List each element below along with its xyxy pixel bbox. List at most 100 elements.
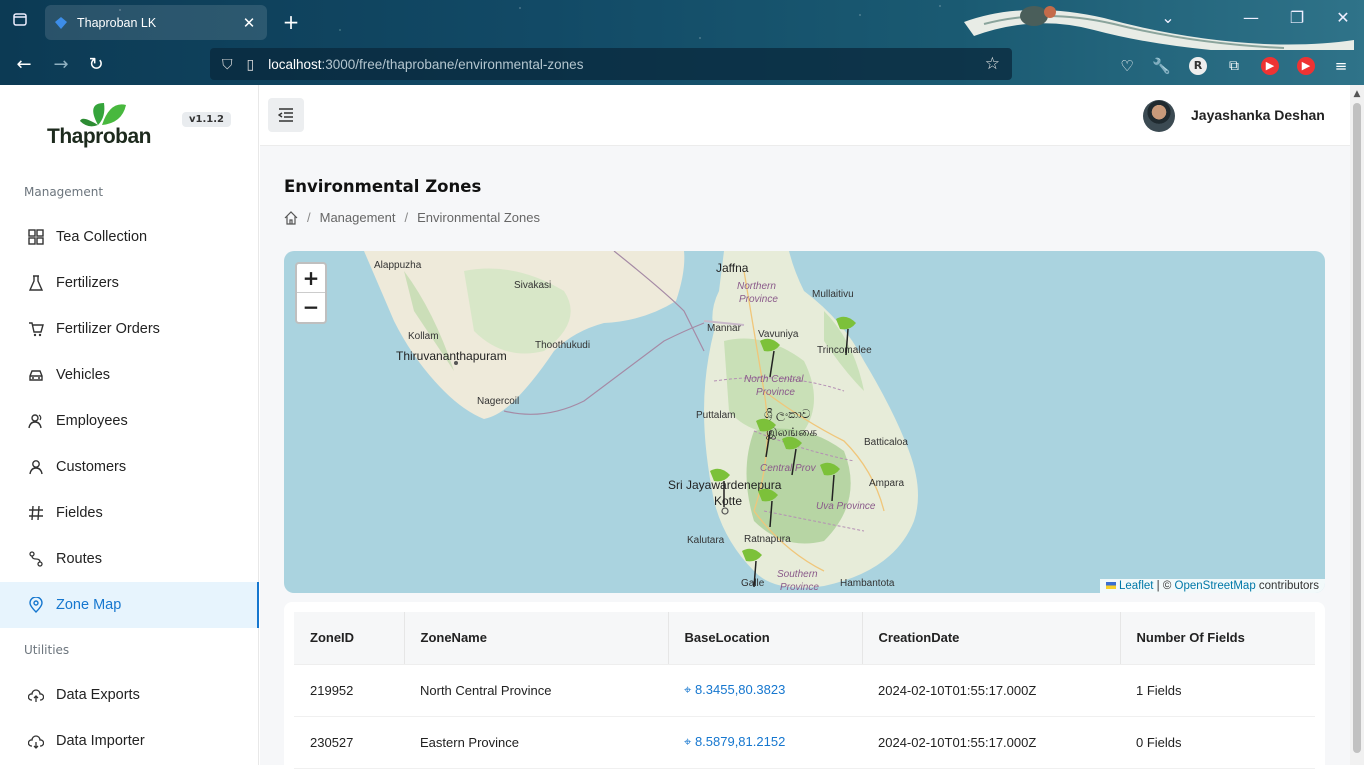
- cell-zone-id: 219952: [294, 664, 404, 717]
- map-tiles: Alappuzha Sivakasi Kollam Thiruvananthap…: [364, 251, 918, 593]
- sidebar-item-label: Employees: [56, 413, 128, 429]
- bookmark-star-icon[interactable]: ☆: [985, 54, 1000, 74]
- restore-icon[interactable]: ❐: [1282, 8, 1312, 27]
- menu-collapse-icon: [278, 108, 293, 122]
- close-window-icon[interactable]: ✕: [1328, 8, 1358, 27]
- grid-icon: [28, 229, 44, 245]
- sidebar-item-routes[interactable]: Routes: [0, 536, 259, 582]
- wrench-icon[interactable]: 🔧: [1152, 57, 1171, 75]
- map-label: Province: [756, 387, 795, 398]
- zone-map[interactable]: Alappuzha Sivakasi Kollam Thiruvananthap…: [284, 251, 1325, 593]
- reload-icon[interactable]: ↻: [84, 53, 108, 77]
- address-bar[interactable]: ⛉ ▯ localhost:3000/free/thaprobane/envir…: [210, 48, 1012, 80]
- map-label: Province: [739, 294, 778, 305]
- main-content: Jayashanka Deshan Environmental Zones / …: [260, 85, 1350, 782]
- zoom-out-button[interactable]: −: [297, 293, 325, 322]
- breadcrumb: / Management / Environmental Zones: [284, 210, 540, 225]
- cell-zone-name: North Central Province: [404, 664, 668, 717]
- chevron-down-icon[interactable]: ⌄: [1153, 8, 1183, 27]
- section-utilities-label: Utilities: [24, 643, 70, 657]
- sidebar-item-employees[interactable]: Employees: [0, 398, 259, 444]
- page-icon[interactable]: ▯: [247, 56, 255, 73]
- sidebar-item-fertilizer-orders[interactable]: Fertilizer Orders: [0, 306, 259, 352]
- table-row: 230527 Eastern Province ⌖ 8.5879,81.2152…: [294, 716, 1315, 769]
- map-label: Trincomalee: [817, 345, 872, 356]
- zoom-in-button[interactable]: +: [297, 264, 325, 293]
- sidebar-item-tea-collection[interactable]: Tea Collection: [0, 214, 259, 260]
- map-label: Nagercoil: [477, 396, 519, 407]
- map-label: Northern: [737, 281, 776, 292]
- new-tab-button[interactable]: +: [280, 10, 302, 34]
- sidebar-item-label: Zone Map: [56, 597, 122, 613]
- col-zone-name: ZoneName: [403, 612, 668, 665]
- scroll-thumb[interactable]: [1353, 103, 1361, 753]
- user-icon: [29, 460, 43, 475]
- breadcrumb-current: Environmental Zones: [417, 210, 540, 225]
- zones-table-card: ZoneID ZoneName BaseLocation CreationDat…: [284, 602, 1325, 782]
- map-label: ශ්‍රී ලංකාව: [764, 407, 811, 422]
- hash-icon: [29, 505, 43, 521]
- forward-arrow-icon[interactable]: →: [49, 53, 73, 77]
- close-tab-icon[interactable]: ✕: [241, 14, 257, 32]
- sidebar-item-customers[interactable]: Customers: [0, 444, 259, 490]
- youtube-ext-icon[interactable]: ▶: [1261, 57, 1279, 75]
- leaflet-link[interactable]: Leaflet: [1119, 580, 1154, 592]
- attribution-tail: contributors: [1255, 580, 1319, 592]
- sidebar-item-label: Fieldes: [56, 505, 103, 521]
- tab-list-button[interactable]: [8, 10, 32, 34]
- home-icon[interactable]: [284, 210, 298, 225]
- sidebar-item-zone-map[interactable]: Zone Map: [0, 582, 259, 628]
- osm-link[interactable]: OpenStreetMap: [1175, 580, 1256, 592]
- tab-list-icon: [13, 13, 27, 26]
- map-label: Mullaitivu: [812, 289, 854, 300]
- menu-toggle-button[interactable]: [268, 98, 304, 132]
- sidebar-item-vehicles[interactable]: Vehicles: [0, 352, 259, 398]
- base-location-link[interactable]: 8.5879,81.2152: [695, 734, 785, 749]
- scroll-up-icon[interactable]: ▲: [1350, 87, 1364, 101]
- sidebar-item-fertilizers[interactable]: Fertilizers: [0, 260, 259, 306]
- map-label: Batticaloa: [864, 437, 908, 448]
- extension-r-icon[interactable]: R: [1189, 57, 1207, 75]
- cell-base-location[interactable]: ⌖ 8.3455,80.3823: [668, 664, 862, 717]
- extensions-puzzle-icon[interactable]: ⧉: [1225, 57, 1243, 75]
- base-location-link[interactable]: 8.3455,80.3823: [695, 682, 785, 697]
- username[interactable]: Jayashanka Deshan: [1191, 107, 1325, 123]
- car-icon: [29, 370, 43, 381]
- sidebar-item-label: Routes: [56, 551, 102, 567]
- breadcrumb-management[interactable]: Management: [320, 210, 396, 225]
- cell-number-of-fields: 1 Fields: [1120, 664, 1315, 717]
- cell-creation-date: 2024-02-10T01:55:17.000Z: [862, 664, 1120, 717]
- ukraine-flag-icon: [1105, 582, 1116, 589]
- map-label: Province: [780, 582, 819, 593]
- url-host: localhost: [268, 56, 322, 72]
- map-label: Kollam: [408, 331, 439, 342]
- tab-title: Thaproban LK: [77, 15, 157, 30]
- sidebar-item-data-importer[interactable]: Data Importer: [0, 718, 259, 764]
- browser-tab[interactable]: Thaproban LK ✕: [45, 5, 267, 40]
- page-scrollbar[interactable]: ▲: [1350, 85, 1364, 765]
- map-label: Vavuniya: [758, 329, 799, 340]
- map-label: Central Prov: [760, 463, 817, 474]
- sidebar-item-label: Data Exports: [56, 687, 140, 703]
- video-ext-icon[interactable]: ▶: [1297, 57, 1315, 75]
- back-arrow-icon[interactable]: ←: [12, 53, 36, 77]
- sidebar-item-label: Vehicles: [56, 367, 111, 383]
- app-menu-icon[interactable]: ≡: [1332, 57, 1350, 75]
- shield-icon[interactable]: ⛉: [222, 56, 233, 73]
- cell-creation-date: 2024-02-10T01:55:17.000Z: [862, 716, 1120, 769]
- logo-text: Thaproban: [47, 125, 152, 148]
- crosshair-icon: ⌖: [684, 734, 695, 749]
- col-number-of-fields: Number Of Fields: [1119, 612, 1315, 665]
- pocket-icon[interactable]: ♡: [1118, 57, 1136, 75]
- cell-base-location[interactable]: ⌖ 8.5879,81.2152: [668, 716, 862, 769]
- sidebar-item-fieldes[interactable]: Fieldes: [0, 490, 259, 536]
- sidebar-item-data-exports[interactable]: Data Exports: [0, 672, 259, 718]
- minimize-icon[interactable]: —: [1236, 8, 1266, 27]
- map-label: Thiruvananthapuram: [396, 349, 507, 363]
- map-label: Ampara: [869, 478, 904, 489]
- map-label: Galle: [741, 578, 765, 589]
- avatar[interactable]: [1143, 100, 1175, 132]
- table-header-row: ZoneID ZoneName BaseLocation CreationDat…: [294, 612, 1315, 665]
- cloud-upload-icon: [28, 689, 44, 702]
- section-management-label: Management: [24, 185, 104, 199]
